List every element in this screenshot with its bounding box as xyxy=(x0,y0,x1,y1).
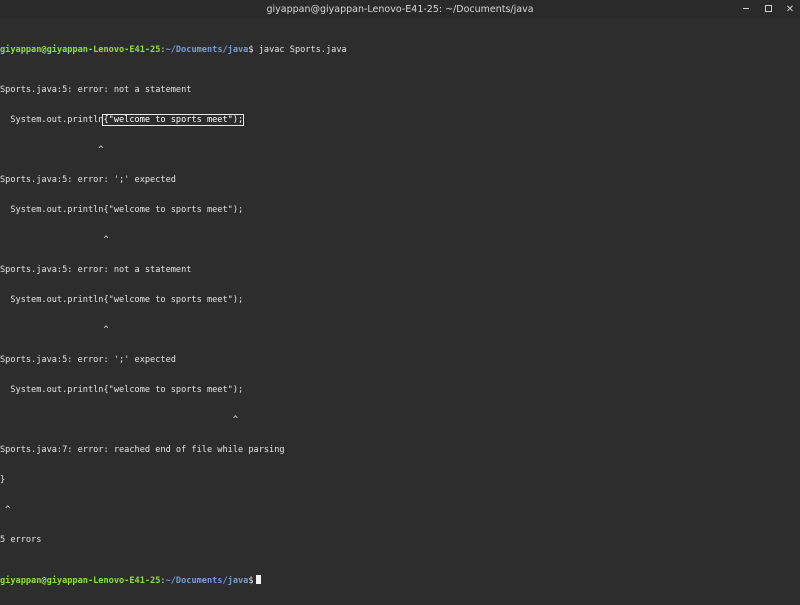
prompt-line: giyappan@giyappan-Lenovo-E41-25:~/Docume… xyxy=(0,45,800,55)
terminal-cursor xyxy=(255,575,261,584)
output-line: System.out.println{"welcome to sports me… xyxy=(0,205,244,215)
output-line: ^ xyxy=(0,145,104,155)
prompt-user: giyappan@giyappan-Lenovo-E41-25 xyxy=(0,45,161,55)
output-line: Sports.java:5: error: not a statement xyxy=(0,265,192,275)
output-line: System.out.println{"welcome to sports me… xyxy=(0,385,244,395)
terminal-output[interactable]: giyappan@giyappan-Lenovo-E41-25:~/Docume… xyxy=(0,25,800,586)
output-line: ^ xyxy=(0,505,11,515)
title-bar[interactable]: giyappan@giyappan-Lenovo-E41-25: ~/Docum… xyxy=(0,0,800,19)
output-line: ^ xyxy=(0,235,109,245)
prompt-line: giyappan@giyappan-Lenovo-E41-25:~/Docume… xyxy=(0,575,800,586)
window-controls: ✕ xyxy=(740,0,796,19)
output-line: Sports.java:5: error: ';' expected xyxy=(0,355,176,365)
output-line: ^ xyxy=(0,415,238,425)
selected-text[interactable]: {"welcome to sports meet"); xyxy=(102,114,245,126)
window-title: giyappan@giyappan-Lenovo-E41-25: ~/Docum… xyxy=(266,4,534,15)
minimize-button[interactable] xyxy=(740,4,752,16)
maximize-button[interactable] xyxy=(762,4,774,16)
prompt-path: ~/Documents/java xyxy=(165,45,249,55)
prompt-path: ~/Documents/java xyxy=(165,576,249,586)
output-line: System.out.println{"welcome to sports me… xyxy=(0,114,800,126)
prompt-user: giyappan@giyappan-Lenovo-E41-25 xyxy=(0,576,161,586)
maximize-icon xyxy=(764,5,772,12)
prompt-dollar: $ xyxy=(248,576,254,586)
output-line: } xyxy=(0,475,6,485)
output-line: 5 errors xyxy=(0,535,42,545)
code-text: System.out.println xyxy=(0,115,104,125)
output-line: Sports.java:5: error: ';' expected xyxy=(0,175,176,185)
output-line: System.out.println{"welcome to sports me… xyxy=(0,295,244,305)
minimize-icon xyxy=(743,8,749,9)
close-button[interactable]: ✕ xyxy=(784,4,796,16)
output-line: Sports.java:7: error: reached end of fil… xyxy=(0,445,285,455)
output-line: Sports.java:5: error: not a statement xyxy=(0,85,192,95)
output-line: ^ xyxy=(0,325,109,335)
close-icon: ✕ xyxy=(785,3,795,15)
command-text: javac Sports.java xyxy=(253,45,347,55)
terminal-window: giyappan@giyappan-Lenovo-E41-25: ~/Docum… xyxy=(0,0,800,586)
